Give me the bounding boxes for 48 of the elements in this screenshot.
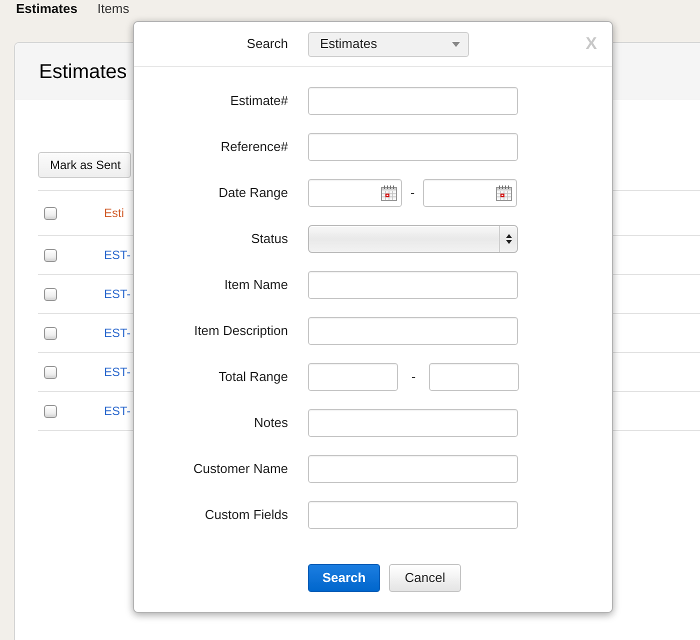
checkbox[interactable] <box>44 366 57 378</box>
checkbox[interactable] <box>44 288 57 300</box>
nav-tab[interactable]: Items <box>97 0 130 18</box>
range-dash: - <box>409 184 416 202</box>
checkbox[interactable] <box>44 404 57 418</box>
input-field[interactable] <box>308 363 398 391</box>
calendar-icon[interactable] <box>381 185 397 201</box>
caret-icon <box>452 42 460 46</box>
range-dash: - <box>410 368 417 386</box>
search-in-select[interactable]: Estimates <box>308 32 469 56</box>
field-label: Customer Name <box>192 460 288 478</box>
date-field[interactable] <box>423 179 517 207</box>
estimate-number-link[interactable]: EST- <box>104 246 131 264</box>
field-label: Date Range <box>218 184 288 202</box>
field-label: Estimate# <box>229 92 288 110</box>
estimate-number-link[interactable]: EST- <box>104 285 131 303</box>
input-field[interactable] <box>308 87 518 115</box>
status-select[interactable] <box>308 225 518 253</box>
checkbox[interactable] <box>44 248 57 262</box>
page-title: Estimates <box>39 60 127 84</box>
estimate-number-link[interactable]: EST- <box>104 363 131 381</box>
field-label: Reference# <box>220 138 288 156</box>
cancel-button[interactable]: Cancel <box>389 564 461 592</box>
calendar-icon[interactable] <box>496 185 512 201</box>
field-label: Total Range <box>218 368 288 386</box>
field-label: Notes <box>253 414 288 432</box>
field-label: Item Description <box>193 322 288 340</box>
search-label: Search <box>246 35 288 54</box>
input-field[interactable] <box>308 133 518 161</box>
mark-sent-button[interactable]: Mark as Sent <box>38 152 131 178</box>
input-field[interactable] <box>308 455 518 483</box>
checkbox[interactable] <box>44 206 57 220</box>
nav-tab[interactable]: Estimates <box>16 0 78 18</box>
field-label: Custom Fields <box>204 506 288 524</box>
input-field[interactable] <box>308 409 518 437</box>
input-field[interactable] <box>308 317 518 345</box>
field-label: Status <box>250 230 288 248</box>
checkbox[interactable] <box>44 326 57 340</box>
input-field[interactable] <box>308 271 518 299</box>
estimate-number-link[interactable]: EST- <box>104 402 131 420</box>
up-down-arrows-icon <box>506 234 512 244</box>
search-button[interactable]: Search <box>308 564 380 592</box>
column-header[interactable]: Esti <box>104 204 124 222</box>
field-label: Item Name <box>223 276 288 294</box>
estimate-number-link[interactable]: EST- <box>104 324 131 342</box>
input-field[interactable] <box>308 501 518 529</box>
date-field[interactable] <box>308 179 402 207</box>
input-field[interactable] <box>429 363 519 391</box>
